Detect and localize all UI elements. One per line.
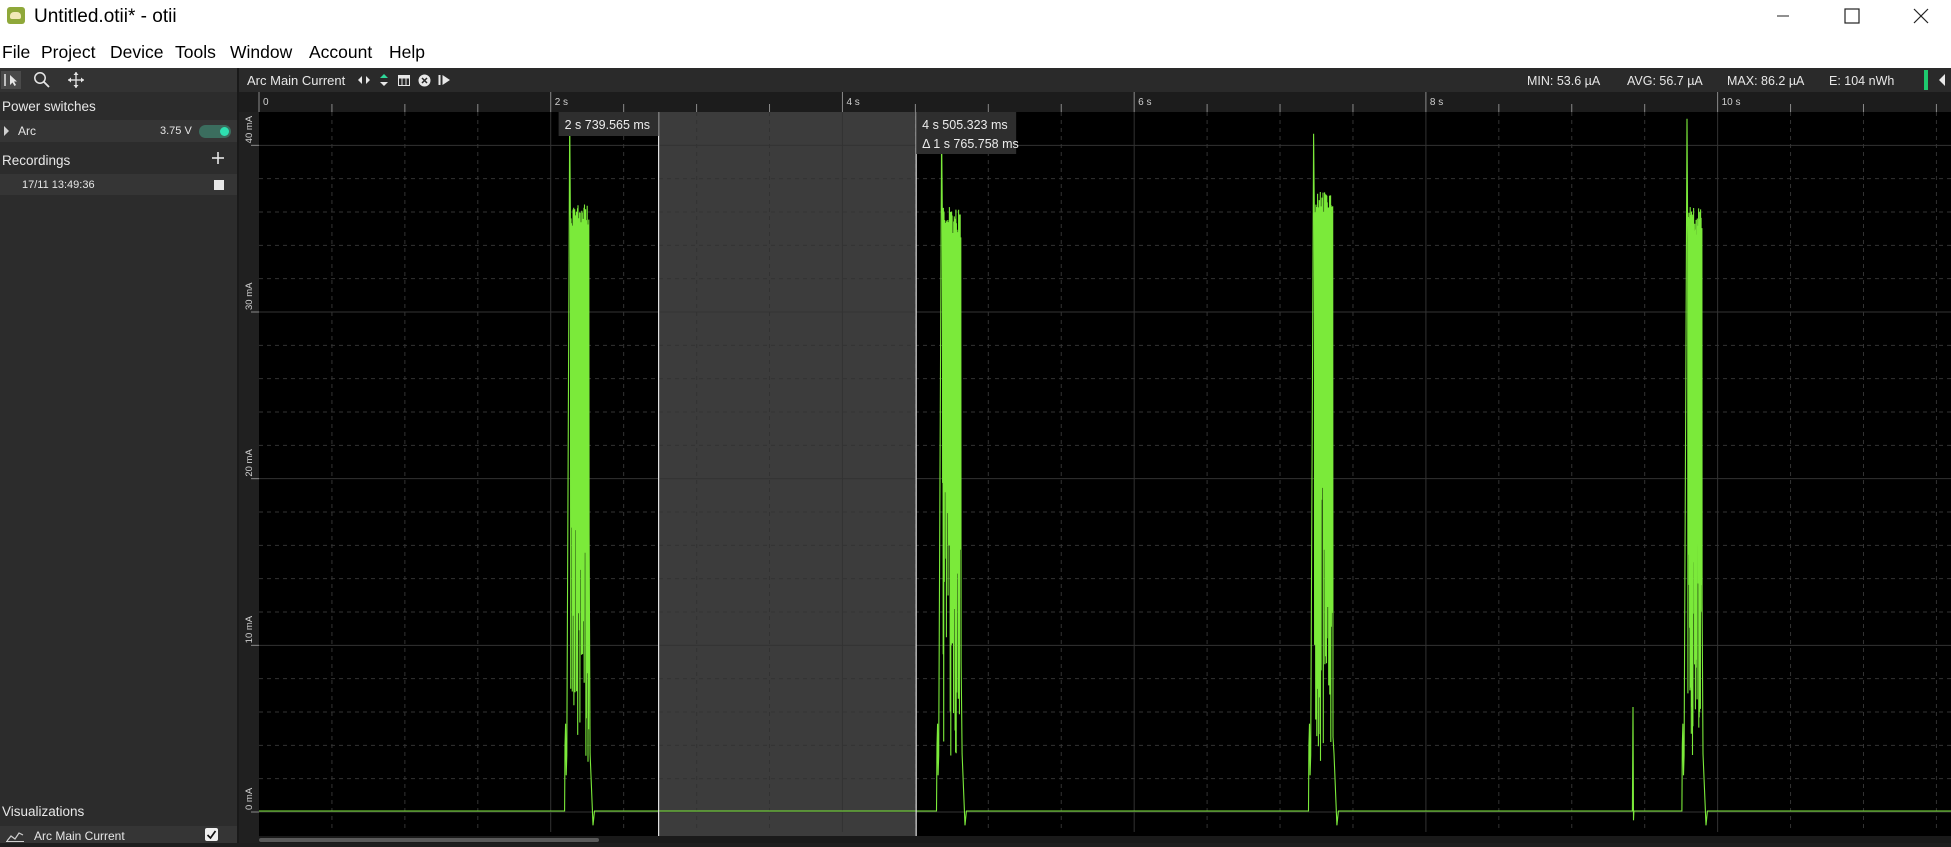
menu-account[interactable]: Account xyxy=(309,42,372,63)
close-circle-icon[interactable] xyxy=(417,73,431,87)
visualization-checkbox[interactable] xyxy=(205,828,218,841)
recording-indicator xyxy=(1924,70,1928,90)
y-tick-label: 10 mA xyxy=(244,615,255,643)
chart-title: Arc Main Current xyxy=(247,73,346,88)
recording-row[interactable]: 17/11 13:49:36 xyxy=(0,174,237,195)
visualizations-heading: Visualizations xyxy=(2,804,85,819)
chart-header: Arc Main Current MIN: 53.6 µA AVG: 56.7 … xyxy=(239,68,1951,92)
pan-icon[interactable] xyxy=(66,71,86,89)
menu-tools[interactable]: Tools xyxy=(175,42,216,63)
cursor-delta-label: Δ 1 s 765.758 ms xyxy=(922,137,1019,151)
visualization-row[interactable]: Arc Main Current xyxy=(0,826,237,843)
tool-bar xyxy=(0,68,237,92)
stop-icon[interactable] xyxy=(214,180,224,190)
recording-name: 17/11 13:49:36 xyxy=(22,179,95,191)
stat-max: MAX: 86.2 µA xyxy=(1727,74,1805,88)
x-tick-label: 4 s xyxy=(846,97,859,108)
current-chart[interactable]: 0 2 s 4 s 6 s 8 s 10 s 0 mA 10 mA 20 mA 30 mA 40 … xyxy=(239,92,1951,843)
x-tick-label: 8 s xyxy=(1430,97,1443,108)
expand-vertical-icon[interactable] xyxy=(377,73,391,87)
x-tick-label: 0 xyxy=(263,97,269,108)
table-icon[interactable] xyxy=(397,73,411,87)
menu-file[interactable]: File xyxy=(2,42,30,63)
x-tick-label: 10 s xyxy=(1722,97,1741,108)
stat-min: MIN: 53.6 µA xyxy=(1527,74,1601,88)
y-tick-label: 30 mA xyxy=(244,282,255,310)
power-switch-toggle[interactable] xyxy=(199,125,231,138)
menu-help[interactable]: Help xyxy=(389,42,425,63)
menu-device[interactable]: Device xyxy=(110,42,164,63)
close-icon[interactable] xyxy=(1886,0,1951,32)
visualization-name: Arc Main Current xyxy=(34,829,125,843)
add-recording-icon[interactable] xyxy=(211,151,225,165)
otii-app-icon xyxy=(7,7,25,24)
menu-project[interactable]: Project xyxy=(41,42,95,63)
play-to-end-icon[interactable] xyxy=(437,73,451,87)
y-tick-label: 0 mA xyxy=(244,787,255,810)
line-chart-icon xyxy=(6,829,24,847)
window-title: Untitled.otii* - otii xyxy=(34,6,177,27)
power-switch-name: Arc xyxy=(18,124,36,138)
left-panel: Power switches Arc 3.75 V Recordings 17/… xyxy=(0,68,237,843)
select-cursor-icon[interactable] xyxy=(1,71,21,89)
cursor-time-label: 4 s 505.323 ms xyxy=(922,118,1007,132)
horizontal-scrollbar-thumb[interactable] xyxy=(259,838,599,842)
power-switch-row[interactable]: Arc 3.75 V xyxy=(0,120,237,142)
minimize-icon[interactable] xyxy=(1748,0,1818,32)
selection-region xyxy=(658,112,917,836)
collapse-panel-icon[interactable] xyxy=(1939,74,1945,86)
recordings-heading: Recordings xyxy=(2,153,71,168)
x-axis-strip xyxy=(239,92,1951,112)
expand-horizontal-icon[interactable] xyxy=(357,73,371,87)
y-tick-label: 20 mA xyxy=(244,449,255,477)
menu-bar: File Project Device Tools Window Account… xyxy=(0,32,1951,68)
maximize-icon[interactable] xyxy=(1817,0,1887,32)
zoom-icon[interactable] xyxy=(32,71,52,89)
menu-window[interactable]: Window xyxy=(230,42,292,63)
cursor-time-label: 2 s 739.565 ms xyxy=(565,118,650,132)
stat-avg: AVG: 56.7 µA xyxy=(1627,74,1703,88)
x-tick-label: 2 s xyxy=(555,97,568,108)
expand-arrow-icon[interactable] xyxy=(4,126,9,136)
power-switches-heading: Power switches xyxy=(2,99,96,114)
title-bar: Untitled.otii* - otii xyxy=(0,0,1951,32)
power-switch-voltage[interactable]: 3.75 V xyxy=(160,125,192,137)
stat-energy: E: 104 nWh xyxy=(1829,74,1895,88)
x-tick-label: 6 s xyxy=(1138,97,1151,108)
y-tick-label: 40 mA xyxy=(244,115,255,143)
